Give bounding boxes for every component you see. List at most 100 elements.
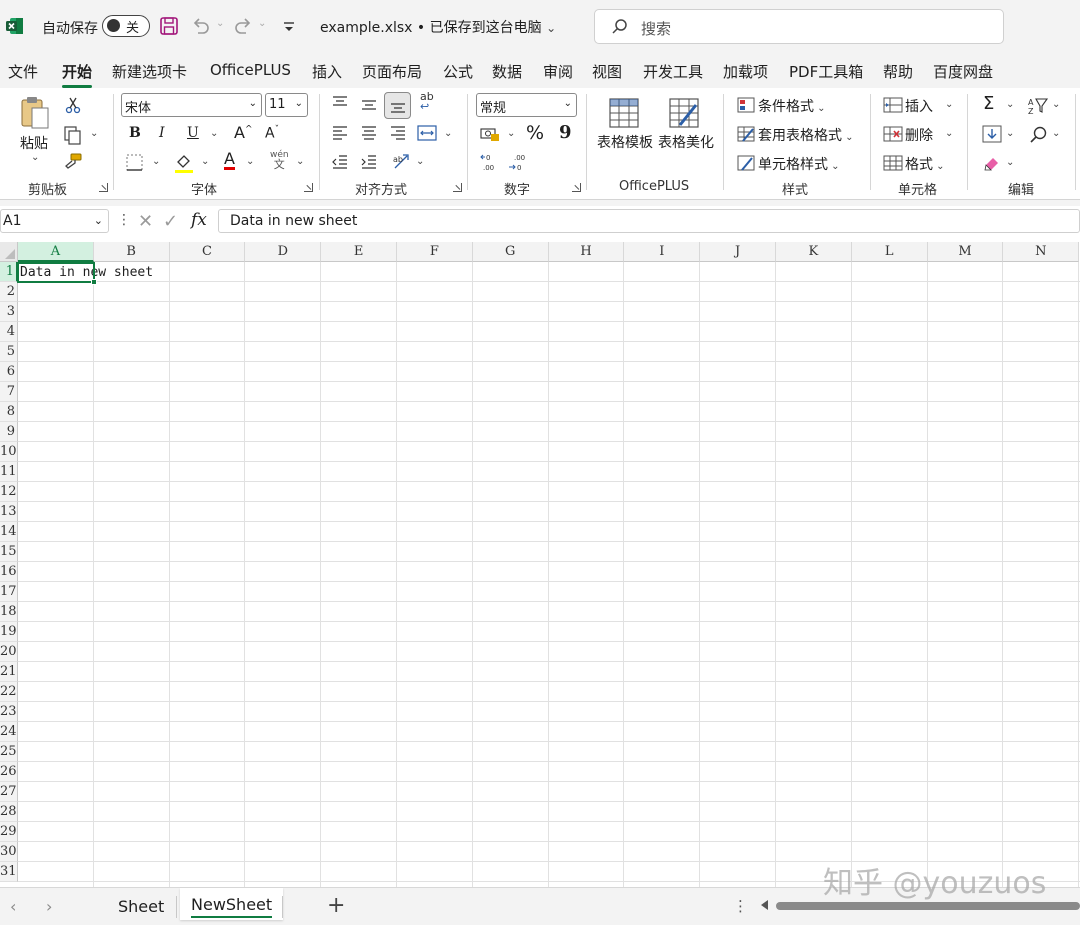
sort-filter-dropdown-icon[interactable]: ⌄ bbox=[1052, 99, 1060, 110]
row-header-12[interactable]: 12 bbox=[0, 482, 18, 502]
confirm-entry-icon[interactable]: ✓ bbox=[163, 211, 178, 232]
delete-dropdown-icon[interactable]: ⌄ bbox=[945, 128, 953, 139]
row-header-25[interactable]: 25 bbox=[0, 742, 18, 762]
row-header-24[interactable]: 24 bbox=[0, 722, 18, 742]
conditional-format-button[interactable]: 条件格式 ⌄ bbox=[758, 96, 826, 116]
increase-indent-icon[interactable] bbox=[360, 153, 378, 171]
table-template-label[interactable]: 表格模板 bbox=[597, 132, 653, 152]
paste-label[interactable]: 粘贴 bbox=[20, 133, 48, 153]
accounting-dropdown-icon[interactable]: ⌄ bbox=[507, 128, 515, 139]
column-header-c[interactable]: C bbox=[169, 242, 246, 262]
customize-toolbar-icon[interactable] bbox=[278, 15, 300, 37]
percent-button[interactable]: % bbox=[526, 122, 544, 144]
row-header-10[interactable]: 10 bbox=[0, 442, 18, 462]
row-header-21[interactable]: 21 bbox=[0, 662, 18, 682]
table-template-icon[interactable] bbox=[608, 97, 640, 129]
tab-addins[interactable]: 加载项 bbox=[723, 61, 768, 82]
fill-color-dropdown-icon[interactable]: ⌄ bbox=[201, 156, 209, 167]
tab-new-tab[interactable]: 新建选项卡 bbox=[112, 61, 187, 82]
font-launcher-icon[interactable] bbox=[304, 183, 313, 192]
row-header-17[interactable]: 17 bbox=[0, 582, 18, 602]
format-painter-icon[interactable] bbox=[63, 152, 83, 172]
row-header-18[interactable]: 18 bbox=[0, 602, 18, 622]
align-right-icon[interactable] bbox=[389, 124, 407, 142]
select-all-button[interactable] bbox=[0, 242, 18, 262]
more-options-icon[interactable]: ⋮ bbox=[117, 212, 131, 228]
sheet-tab-newsheet[interactable]: NewSheet bbox=[180, 888, 284, 920]
tab-review[interactable]: 审阅 bbox=[543, 61, 573, 82]
phonetic-guide-button[interactable]: wén 文 bbox=[270, 151, 289, 171]
tab-insert[interactable]: 插入 bbox=[312, 61, 342, 82]
column-header-f[interactable]: F bbox=[397, 242, 473, 262]
font-size-dropdown[interactable]: 11 ⌄ bbox=[265, 93, 308, 117]
align-top-icon[interactable] bbox=[331, 94, 349, 112]
column-header-d[interactable]: D bbox=[245, 242, 322, 262]
find-select-dropdown-icon[interactable]: ⌄ bbox=[1052, 128, 1060, 139]
tab-data[interactable]: 数据 bbox=[492, 61, 522, 82]
cut-icon[interactable] bbox=[64, 96, 82, 114]
insert-function-button[interactable]: fx bbox=[191, 210, 207, 230]
row-header-27[interactable]: 27 bbox=[0, 782, 18, 802]
insert-cells-icon[interactable] bbox=[883, 97, 903, 113]
row-header-23[interactable]: 23 bbox=[0, 702, 18, 722]
tab-bar-more-icon[interactable]: ⋮ bbox=[733, 897, 748, 915]
font-color-dropdown-icon[interactable]: ⌄ bbox=[246, 156, 254, 167]
active-cell-border[interactable] bbox=[17, 262, 95, 283]
table-beautify-icon[interactable] bbox=[668, 97, 700, 129]
delete-cells-icon[interactable] bbox=[883, 126, 903, 142]
add-sheet-button[interactable]: + bbox=[327, 893, 345, 918]
font-name-dropdown[interactable]: 宋体 ⌄ bbox=[121, 93, 262, 117]
table-beautify-label[interactable]: 表格美化 bbox=[658, 132, 714, 152]
copy-dropdown-icon[interactable]: ⌄ bbox=[90, 128, 98, 139]
undo-icon[interactable] bbox=[190, 15, 212, 37]
clear-dropdown-icon[interactable]: ⌄ bbox=[1006, 157, 1014, 168]
copy-icon[interactable] bbox=[63, 125, 83, 145]
row-header-20[interactable]: 20 bbox=[0, 642, 18, 662]
document-title[interactable]: example.xlsx • 已保存到这台电脑 ⌄ bbox=[320, 17, 556, 37]
redo-dropdown-icon[interactable]: ⌄ bbox=[258, 18, 280, 40]
fill-handle[interactable] bbox=[91, 279, 97, 285]
row-header-26[interactable]: 26 bbox=[0, 762, 18, 782]
increase-decimal-icon[interactable]: 0.00 bbox=[480, 152, 500, 172]
cancel-entry-icon[interactable]: ✕ bbox=[138, 211, 153, 232]
column-header-k[interactable]: K bbox=[776, 242, 852, 262]
cell-styles-icon[interactable] bbox=[737, 155, 755, 171]
clear-icon[interactable] bbox=[982, 154, 1002, 172]
number-launcher-icon[interactable] bbox=[572, 183, 581, 192]
find-select-icon[interactable] bbox=[1029, 125, 1049, 145]
redo-icon[interactable] bbox=[232, 15, 254, 37]
italic-button[interactable]: I bbox=[159, 125, 165, 141]
column-header-j[interactable]: J bbox=[700, 242, 776, 262]
row-header-11[interactable]: 11 bbox=[0, 462, 18, 482]
merge-center-icon[interactable] bbox=[417, 124, 437, 142]
fill-down-icon[interactable] bbox=[982, 125, 1002, 143]
decrease-decimal-icon[interactable]: .000 bbox=[508, 152, 528, 172]
wrap-text-button[interactable]: ab ↩ bbox=[420, 91, 434, 112]
row-header-6[interactable]: 6 bbox=[0, 362, 18, 382]
increase-font-button[interactable]: A^ bbox=[234, 123, 253, 142]
sheet-next-icon[interactable]: › bbox=[46, 897, 52, 916]
row-header-15[interactable]: 15 bbox=[0, 542, 18, 562]
font-color-button[interactable]: A bbox=[224, 150, 235, 170]
name-box[interactable]: A1 ⌄ bbox=[0, 209, 109, 233]
tab-pdf-tools[interactable]: PDF工具箱 bbox=[789, 61, 863, 82]
column-header-b[interactable]: B bbox=[93, 242, 170, 262]
save-icon[interactable] bbox=[158, 15, 180, 37]
paste-icon[interactable] bbox=[18, 96, 52, 130]
insert-dropdown-icon[interactable]: ⌄ bbox=[945, 99, 953, 110]
scroll-left-icon[interactable] bbox=[761, 900, 768, 910]
row-header-13[interactable]: 13 bbox=[0, 502, 18, 522]
sheet-prev-icon[interactable]: ‹ bbox=[10, 897, 16, 916]
alignment-launcher-icon[interactable] bbox=[453, 183, 462, 192]
sheet-tab-sheet[interactable]: Sheet bbox=[118, 897, 164, 916]
tab-developer[interactable]: 开发工具 bbox=[643, 61, 703, 82]
row-header-3[interactable]: 3 bbox=[0, 302, 18, 322]
merge-dropdown-icon[interactable]: ⌄ bbox=[444, 128, 452, 139]
autosave-toggle[interactable]: 关 bbox=[102, 15, 150, 37]
delete-cells-button[interactable]: 删除 bbox=[905, 125, 933, 145]
comma-style-button[interactable]: 9 bbox=[559, 122, 572, 143]
autosum-dropdown-icon[interactable]: ⌄ bbox=[1006, 99, 1014, 110]
horizontal-scrollbar[interactable] bbox=[776, 902, 1080, 910]
orientation-icon[interactable]: ab bbox=[392, 151, 412, 171]
format-as-table-icon[interactable] bbox=[737, 126, 755, 142]
